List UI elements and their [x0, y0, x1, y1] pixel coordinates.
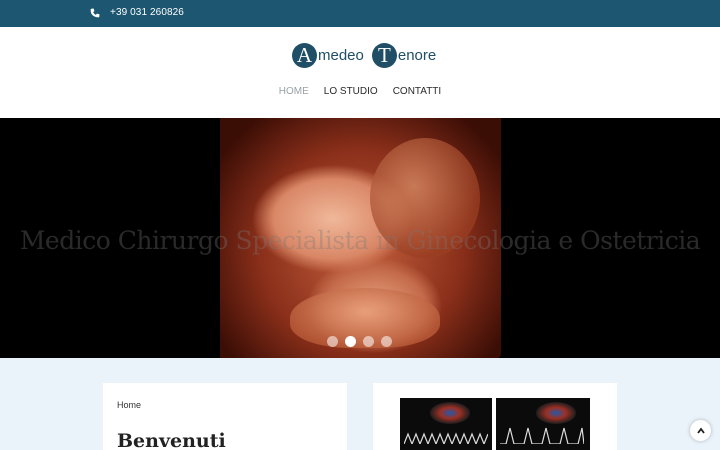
logo-initial-t: T	[371, 42, 397, 68]
nav-item-home[interactable]: HOME	[279, 86, 309, 97]
nav-item-lo-studio[interactable]: LO STUDIO	[324, 86, 378, 97]
top-bar: +39 031 260826	[0, 0, 720, 27]
welcome-heading: Benvenuti	[117, 430, 226, 450]
logo-initial-a: A	[292, 42, 317, 68]
slider-dot-1[interactable]	[327, 336, 338, 347]
phone-icon	[90, 8, 100, 18]
waveform-graphic	[404, 432, 488, 444]
doppler-ultrasound-image[interactable]	[496, 398, 590, 450]
welcome-card: Home Benvenuti	[103, 383, 347, 450]
hero-caption: Medico Chirurgo Specialista in Ginecolog…	[19, 226, 701, 255]
slider-dot-3[interactable]	[363, 336, 374, 347]
logo-word-first: medeo	[318, 46, 364, 64]
scroll-to-top-button[interactable]	[690, 420, 711, 441]
phone-number[interactable]: +39 031 260826	[110, 7, 184, 18]
site-header: A medeo T enore HOME LO STUDIO CONTATTI	[0, 27, 720, 118]
logo-word-last: enore	[397, 46, 437, 64]
image-card	[373, 383, 617, 450]
slider-dots	[327, 336, 392, 347]
logo[interactable]: A medeo T enore	[292, 41, 436, 69]
ultrasound-image[interactable]	[400, 398, 492, 450]
slider-dot-2[interactable]	[345, 336, 356, 347]
nav-item-contatti[interactable]: CONTATTI	[393, 86, 442, 97]
breadcrumb[interactable]: Home	[117, 400, 141, 410]
slider-dot-4[interactable]	[381, 336, 392, 347]
main-nav: HOME LO STUDIO CONTATTI	[0, 86, 720, 97]
chevron-up-icon	[696, 427, 705, 434]
hero-slider[interactable]: Medico Chirurgo Specialista in Ginecolog…	[0, 118, 720, 358]
doppler-waveform-graphic	[500, 427, 584, 444]
